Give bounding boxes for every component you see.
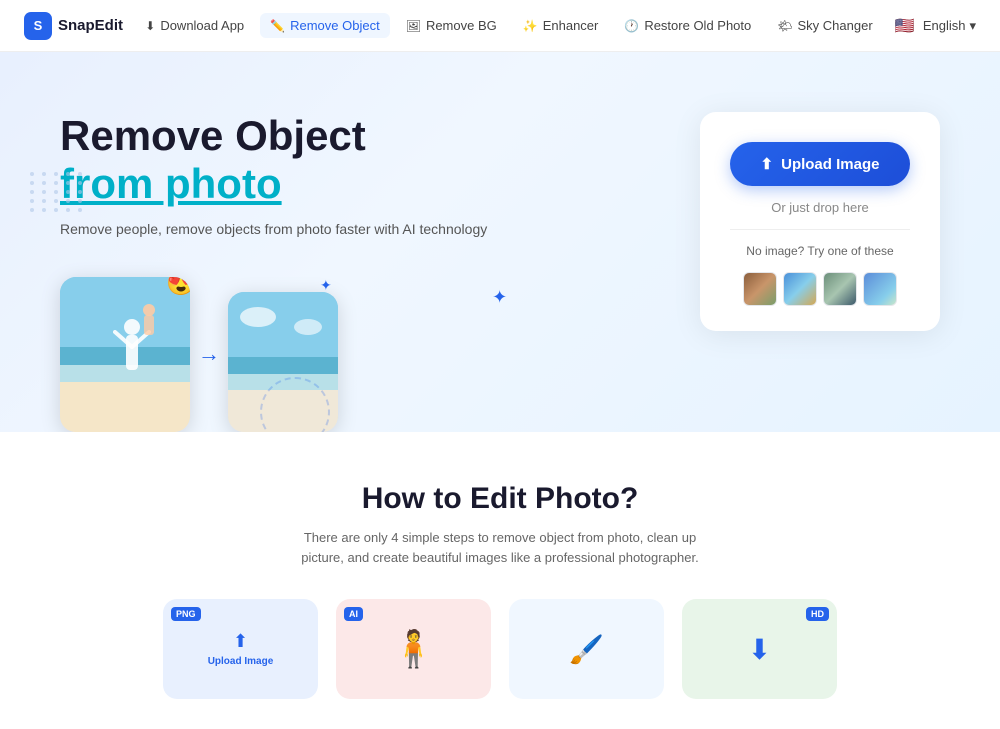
sample-label: No image? Try one of these — [746, 244, 893, 258]
step-upload-content: ⬆ Upload Image — [208, 631, 274, 667]
navbar: S SnapEdit ⬇ Download App ✏️ Remove Obje… — [0, 0, 1000, 52]
emoji-decoration: 😍 — [166, 277, 190, 298]
sparkle-icon-2: ✦ — [320, 277, 332, 294]
sparkle-icon-1: ✦ — [492, 287, 507, 308]
brand-name: SnapEdit — [58, 17, 123, 34]
badge-hd: HD — [806, 607, 829, 621]
edit-icon: ✏️ — [270, 19, 285, 33]
drop-text: Or just drop here — [771, 200, 869, 215]
step-card-1: PNG ⬆ Upload Image — [163, 599, 318, 699]
nav-remove-bg[interactable]: 🖼 Remove BG — [396, 13, 507, 38]
language-label: English — [923, 18, 966, 33]
nav-links: ⬇ Download App ✏️ Remove Object 🖼 Remove… — [135, 13, 882, 38]
download-icon: ⬇ — [145, 19, 155, 33]
download-circle-icon: ⬇ — [748, 633, 771, 666]
nav-sky-label: Sky Changer — [798, 18, 873, 33]
hero-text: Remove Object from photo Remove people, … — [60, 102, 487, 432]
language-selector[interactable]: English ▾ — [923, 18, 976, 34]
nav-enhancer-label: Enhancer — [543, 18, 599, 33]
step-card-2: AI 🧍 — [336, 599, 491, 699]
sparkle-icon: ✨ — [523, 19, 538, 33]
how-title: How to Edit Photo? — [60, 482, 940, 516]
chevron-down-icon: ▾ — [969, 18, 976, 34]
how-to-section: How to Edit Photo? There are only 4 simp… — [0, 432, 1000, 729]
step-card-3: 🖌️ — [509, 599, 664, 699]
paint-brush-icon: 🖌️ — [569, 633, 604, 666]
badge-ai: AI — [344, 607, 363, 621]
steps-row: PNG ⬆ Upload Image AI 🧍 🖌️ HD ⬇ — [60, 599, 940, 699]
upload-arrow-icon: ⬆ — [233, 631, 248, 652]
before-photo: 😍 — [60, 277, 190, 432]
step-card-4: HD ⬇ — [682, 599, 837, 699]
nav-restore-photo[interactable]: 🕐 Restore Old Photo — [614, 13, 761, 38]
hero-title-line2: from photo — [60, 160, 282, 207]
hero-section: Remove Object from photo Remove people, … — [0, 52, 1000, 432]
badge-png: PNG — [171, 607, 201, 621]
clock-icon: 🕐 — [624, 19, 639, 33]
sample-thumb-2[interactable] — [783, 272, 817, 306]
logo[interactable]: S SnapEdit — [24, 12, 123, 40]
nav-remove-object-label: Remove Object — [290, 18, 380, 33]
nav-restore-label: Restore Old Photo — [644, 18, 751, 33]
upload-image-button[interactable]: ⬆ Upload Image — [730, 142, 910, 186]
nav-right: 🇺🇸 English ▾ — [895, 16, 976, 36]
sample-thumb-4[interactable] — [863, 272, 897, 306]
hero-title-line1: Remove Object — [60, 112, 366, 159]
nav-enhancer[interactable]: ✨ Enhancer — [513, 13, 609, 38]
cloud-icon: 🌤 — [777, 19, 792, 33]
image-icon: 🖼 — [406, 19, 421, 33]
step-upload-label: Upload Image — [208, 656, 274, 667]
sample-images — [743, 272, 897, 306]
dots-decoration — [30, 172, 85, 212]
nav-remove-object[interactable]: ✏️ Remove Object — [260, 13, 390, 38]
hero-subtitle: Remove people, remove objects from photo… — [60, 221, 487, 237]
arrow-right-icon: → — [198, 341, 220, 367]
hero-title: Remove Object from photo — [60, 112, 487, 209]
upload-icon: ⬆ — [761, 155, 774, 173]
nav-download-app-label: Download App — [160, 18, 244, 33]
person-red-icon: 🧍 — [391, 628, 436, 670]
divider — [730, 229, 910, 230]
nav-download-app[interactable]: ⬇ Download App — [135, 13, 254, 38]
upload-card: ⬆ Upload Image Or just drop here No imag… — [700, 112, 940, 331]
sample-thumb-1[interactable] — [743, 272, 777, 306]
nav-sky-changer[interactable]: 🌤 Sky Changer — [767, 13, 882, 38]
nav-remove-bg-label: Remove BG — [426, 18, 497, 33]
upload-button-label: Upload Image — [781, 156, 879, 173]
flag-icon: 🇺🇸 — [895, 16, 915, 36]
logo-icon: S — [24, 12, 52, 40]
sample-thumb-3[interactable] — [823, 272, 857, 306]
